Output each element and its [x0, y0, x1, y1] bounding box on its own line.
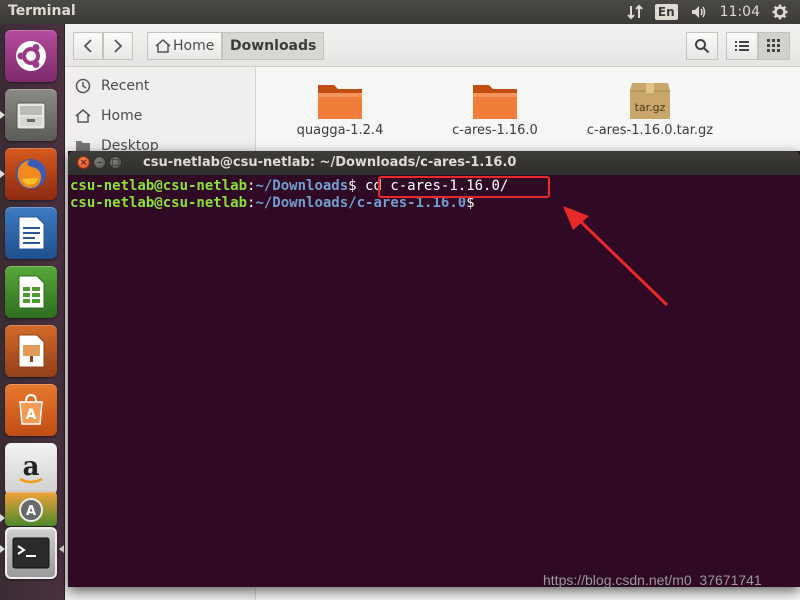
breadcrumb-label: Home	[173, 38, 215, 54]
system-tray: En 11:04	[627, 0, 800, 24]
files-app-icon[interactable]	[5, 89, 57, 141]
back-button[interactable]	[73, 32, 103, 60]
maximize-button[interactable]: □	[109, 156, 122, 169]
firefox-icon[interactable]	[5, 148, 57, 200]
annotation-arrow-icon	[563, 206, 669, 307]
running-indicator	[0, 170, 5, 178]
breadcrumb-downloads[interactable]: Downloads	[222, 32, 325, 60]
svg-text:A: A	[26, 504, 36, 519]
home-icon	[75, 108, 91, 124]
clock[interactable]: 11:04	[720, 4, 760, 20]
search-button[interactable]	[686, 32, 718, 60]
home-icon	[155, 39, 171, 53]
file-item-folder[interactable]: quagga-1.2.4	[270, 79, 410, 138]
prompt-path: ~/Downloads	[255, 178, 349, 194]
running-indicator	[0, 514, 5, 522]
ubuntu-software-icon[interactable]: A	[5, 384, 57, 436]
watermark-text: https://blog.csdn.net/m0_37671741	[543, 572, 762, 588]
launcher: A a A	[0, 24, 65, 600]
terminal-app-icon[interactable]	[5, 527, 57, 579]
forward-button[interactable]	[103, 32, 133, 60]
grid-view-button[interactable]	[758, 32, 790, 60]
list-view-button[interactable]	[726, 32, 758, 60]
grid-view-icon	[767, 39, 780, 52]
minimize-button[interactable]: –	[93, 156, 106, 169]
annotation-highlight-box	[378, 176, 550, 198]
gear-icon[interactable]	[772, 4, 788, 20]
network-arrows-icon[interactable]	[627, 4, 643, 20]
sidebar-item-home[interactable]: Home	[75, 105, 142, 127]
running-indicator	[0, 545, 5, 553]
libreoffice-impress-icon[interactable]	[5, 325, 57, 377]
folder-icon	[471, 79, 519, 123]
chevron-left-icon	[83, 39, 92, 53]
prompt-symbol: $	[348, 178, 366, 194]
prompt-user: csu-netlab@csu-netlab	[70, 195, 248, 211]
prompt-user: csu-netlab@csu-netlab	[70, 178, 248, 194]
ubuntu-dash-icon[interactable]	[5, 30, 57, 82]
terminal-output[interactable]: csu-netlab@csu-netlab:~/Downloads$ cd c-…	[68, 175, 800, 587]
folder-icon	[316, 79, 364, 123]
svg-text:a: a	[23, 452, 40, 482]
svg-text:A: A	[26, 407, 37, 423]
volume-icon[interactable]	[690, 4, 708, 20]
terminal-window: × – □ csu-netlab@csu-netlab: ~/Downloads…	[68, 151, 800, 587]
sidebar-item-recent[interactable]: Recent	[75, 75, 149, 97]
clock-icon	[75, 78, 91, 94]
keyboard-lang-indicator[interactable]: En	[654, 4, 678, 20]
libreoffice-calc-icon[interactable]	[5, 266, 57, 318]
terminal-title: csu-netlab@csu-netlab: ~/Downloads/c-are…	[143, 155, 517, 170]
software-updater-icon[interactable]: A	[5, 492, 57, 526]
sidebar-item-label: Home	[101, 108, 143, 124]
top-panel: Terminal En 11:04	[0, 0, 800, 24]
terminal-titlebar[interactable]: × – □ csu-netlab@csu-netlab: ~/Downloads…	[68, 151, 800, 175]
files-toolbar: Home Downloads	[65, 24, 800, 67]
amazon-icon[interactable]: a	[5, 443, 57, 495]
chevron-right-icon	[114, 39, 123, 53]
archive-icon: tar.gz	[626, 79, 674, 123]
libreoffice-writer-icon[interactable]	[5, 207, 57, 259]
breadcrumb-home[interactable]: Home	[147, 32, 223, 60]
close-button[interactable]: ×	[77, 156, 90, 169]
breadcrumb-label: Downloads	[230, 38, 317, 54]
archive-badge: tar.gz	[634, 101, 666, 114]
file-name: c-ares-1.16.0.tar.gz	[586, 123, 714, 138]
file-name: quagga-1.2.4	[296, 123, 384, 138]
sidebar-item-label: Recent	[101, 78, 150, 94]
running-indicator	[0, 111, 5, 119]
file-item-folder[interactable]: c-ares-1.16.0	[425, 79, 565, 138]
list-view-icon	[735, 41, 749, 51]
active-app-title: Terminal	[8, 3, 76, 19]
search-icon	[695, 39, 710, 54]
file-item-archive[interactable]: tar.gz c-ares-1.16.0.tar.gz	[580, 79, 720, 138]
focused-indicator	[59, 545, 64, 553]
file-name: c-ares-1.16.0	[452, 123, 538, 138]
